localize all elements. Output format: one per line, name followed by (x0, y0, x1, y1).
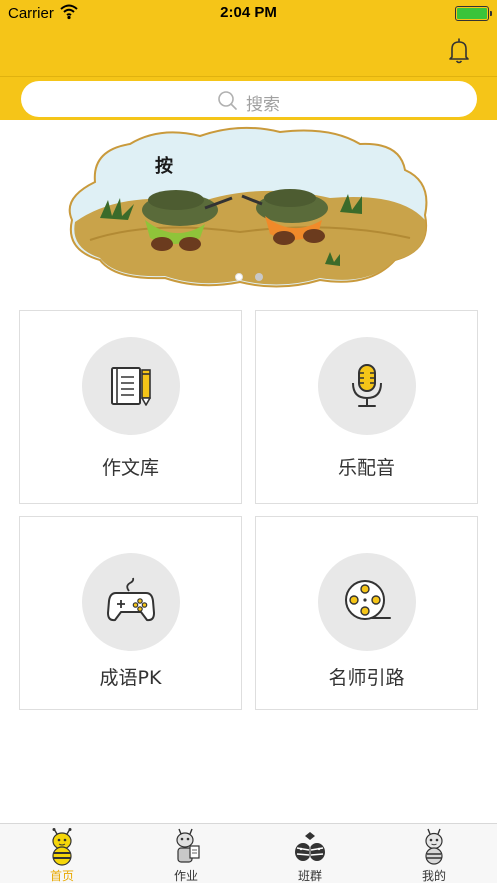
tab-class-group[interactable]: 班群 (248, 824, 372, 883)
tab-label: 班群 (297, 869, 322, 883)
grid-item-label: 乐配音 (337, 457, 395, 479)
film-reel-icon (344, 580, 391, 620)
grid-item-label: 作文库 (101, 457, 159, 479)
battery-icon (455, 6, 492, 21)
status-time: 2:04 PM (220, 4, 277, 21)
grid-item-idiom-pk[interactable]: 成语PK (19, 516, 242, 710)
top-nav-bar (0, 28, 497, 76)
search-icon (218, 91, 237, 110)
search-placeholder: 搜索 (246, 95, 280, 115)
icon-circle (81, 553, 180, 651)
bee-homework-icon (176, 828, 200, 863)
microphone-icon (351, 364, 382, 407)
tab-profile[interactable]: 我的 (372, 824, 496, 883)
grid-item-composition-library[interactable]: 作文库 (19, 310, 242, 504)
icon-circle (81, 337, 180, 435)
pager-dot[interactable] (234, 273, 243, 281)
gamepad-icon (106, 577, 155, 622)
bottom-tab-bar: 首页 作业 班群 我的 (0, 823, 497, 883)
bell-icon[interactable] (447, 37, 471, 65)
tab-label: 首页 (49, 869, 74, 883)
tab-homework[interactable]: 作业 (124, 824, 248, 883)
tab-label: 作业 (173, 869, 198, 883)
bee-profile-icon (425, 828, 443, 865)
grid-item-label: 成语PK (99, 667, 162, 689)
search-bar-container: 搜索 (0, 76, 497, 120)
grid-item-label: 名师引路 (328, 667, 405, 689)
notebook-pencil-icon (110, 367, 151, 406)
grid-item-master-teacher[interactable]: 名师引路 (255, 516, 478, 710)
status-bar: Carrier 2:04 PM (0, 0, 497, 28)
grid-item-dubbing[interactable]: 乐配音 (255, 310, 478, 504)
icon-circle (317, 553, 416, 651)
pager-dot[interactable] (254, 273, 263, 281)
tab-label: 我的 (421, 869, 446, 883)
carousel-pager (0, 273, 497, 281)
banner-illustration: 按 (68, 126, 428, 288)
bee-home-icon (52, 828, 72, 866)
banner-caption: 按 (155, 155, 173, 177)
search-input[interactable]: 搜索 (21, 81, 477, 117)
banner-carousel[interactable]: 按 (0, 120, 497, 290)
tab-home[interactable]: 首页 (0, 824, 124, 883)
icon-circle (317, 337, 416, 435)
zebra-class-icon (295, 832, 325, 862)
